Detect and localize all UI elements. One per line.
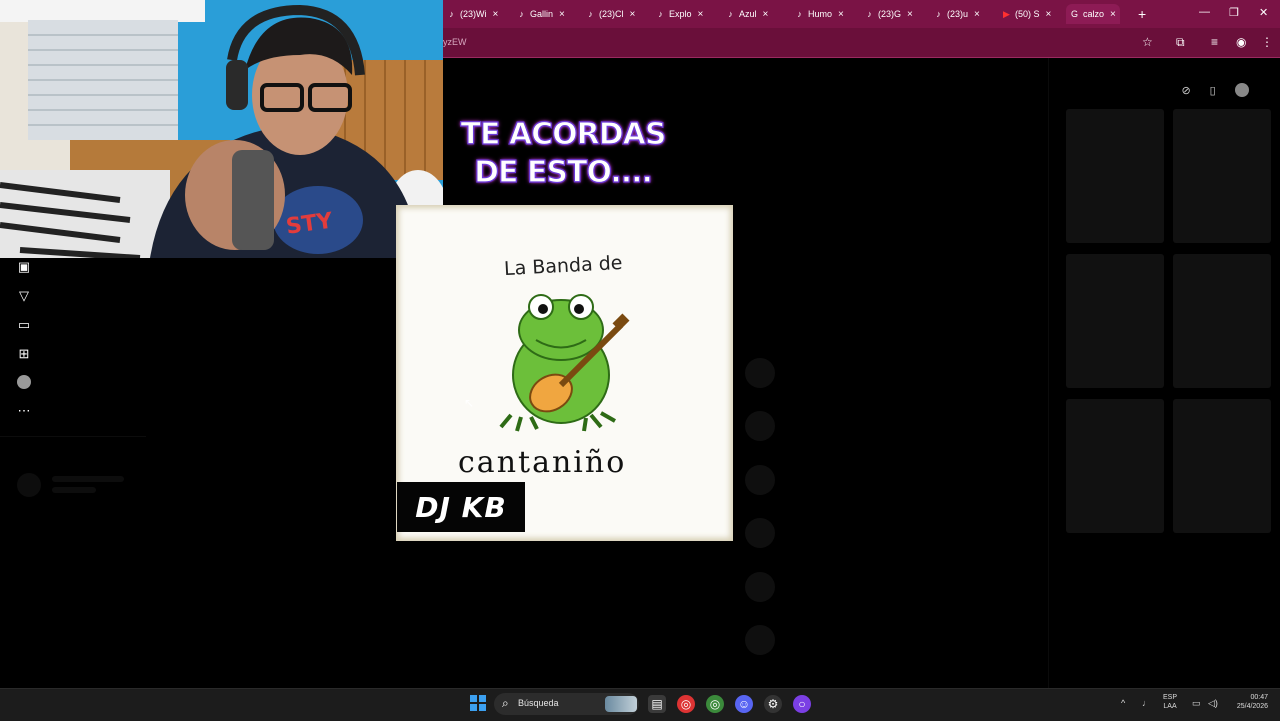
browser-tab[interactable]: ♪ (23)Cl × xyxy=(586,4,635,24)
close-tab-icon[interactable]: × xyxy=(559,9,565,20)
new-tab-button[interactable]: + xyxy=(1138,6,1146,22)
volume-icon[interactable]: ◁) xyxy=(1208,698,1218,709)
tiktok-icon: ♪ xyxy=(936,8,941,19)
browser-tab[interactable]: ♪ Humo × xyxy=(795,4,844,24)
messages-icon[interactable]: ▭ xyxy=(16,317,32,333)
network-icon[interactable]: ▭ xyxy=(1192,698,1201,709)
close-tab-icon[interactable]: × xyxy=(974,9,980,20)
right-header: ⊘ ▯ xyxy=(1172,78,1258,102)
browser-tab[interactable]: ♪ Azul × xyxy=(726,4,768,24)
cover-band-name: cantaniño xyxy=(458,445,627,480)
tray-overflow-icon[interactable]: ^ xyxy=(1121,698,1125,708)
user-avatar[interactable] xyxy=(1234,83,1249,97)
profile-avatar-icon[interactable]: ◉ xyxy=(1236,35,1246,49)
sidebar-divider xyxy=(0,436,146,437)
close-tab-icon[interactable]: × xyxy=(698,9,704,20)
close-tab-icon[interactable]: × xyxy=(493,9,499,20)
windows-start-icon[interactable] xyxy=(470,695,486,711)
microphone-icon[interactable]: ♩ xyxy=(1142,698,1151,708)
tiktok-icon: ♪ xyxy=(658,8,663,19)
more-options-icon[interactable]: ⋯ xyxy=(16,403,32,419)
close-tab-icon[interactable]: × xyxy=(630,9,636,20)
file-explorer-icon[interactable]: ▤ xyxy=(648,695,666,713)
video-thumbnail[interactable] xyxy=(1173,254,1271,388)
cover-subtitle: La Banda de xyxy=(503,251,623,281)
close-tab-icon[interactable]: × xyxy=(907,9,913,20)
skeleton-line xyxy=(52,476,124,482)
star-icon[interactable]: ☆ xyxy=(1142,35,1153,49)
video-thumbnail[interactable] xyxy=(1173,399,1271,533)
tiktok-icon: ♪ xyxy=(797,8,802,19)
tiktok-icon: ♪ xyxy=(519,8,524,19)
close-tab-icon[interactable]: × xyxy=(1110,9,1116,20)
tiktok-icon: ♪ xyxy=(588,8,593,19)
more-actions-button[interactable] xyxy=(745,625,775,655)
browser-tab[interactable]: ♪ Explo × xyxy=(656,4,703,24)
panel-divider xyxy=(1048,58,1049,688)
dj-watermark: DJ KB xyxy=(397,482,525,532)
browser-tab[interactable]: ♪ (23)Wi × xyxy=(447,4,498,24)
toolbar-divider xyxy=(443,57,1280,58)
search-highlight-image xyxy=(605,696,637,712)
send-icon[interactable]: ▽ xyxy=(16,288,32,304)
like-button[interactable] xyxy=(745,358,775,388)
upload-icon[interactable]: ⊞ xyxy=(16,346,32,362)
extensions-icon[interactable]: ⧉ xyxy=(1176,35,1185,50)
frog-guitar-illustration xyxy=(499,294,630,432)
profile-avatar[interactable] xyxy=(16,375,32,391)
close-tab-icon[interactable]: × xyxy=(838,9,844,20)
browser-tab-strip xyxy=(443,0,1280,28)
youtube-icon: ▶ xyxy=(1003,8,1010,19)
share-button[interactable] xyxy=(745,518,775,548)
skeleton-avatar xyxy=(17,473,41,497)
close-tab-icon[interactable]: × xyxy=(1046,9,1052,20)
address-bar[interactable] xyxy=(443,28,1280,57)
chrome-icon[interactable]: ◎ xyxy=(677,695,695,713)
media-control-icon[interactable]: ≡ xyxy=(1211,35,1218,49)
browser-tab[interactable]: ♪ Gallin × xyxy=(517,4,565,24)
maximize-button[interactable]: ❐ xyxy=(1229,6,1239,19)
mouse-cursor-icon: ↖ xyxy=(464,396,475,410)
video-overlay-title: TE ACORDAS DE ESTO.... xyxy=(460,116,667,190)
address-text[interactable]: yzEW xyxy=(443,37,467,47)
more-menu-icon[interactable]: ⋮ xyxy=(1261,35,1273,49)
skeleton-line xyxy=(52,487,96,493)
tiktok-icon: ♪ xyxy=(867,8,872,19)
video-thumbnail[interactable] xyxy=(1066,109,1164,243)
tiktok-icon: ♪ xyxy=(728,8,733,19)
live-icon[interactable]: ▣ xyxy=(16,259,32,275)
video-thumbnail[interactable] xyxy=(1066,399,1164,533)
chrome-active-icon[interactable]: ◎ xyxy=(706,695,724,713)
comment-button[interactable] xyxy=(745,411,775,441)
discord-icon[interactable]: ☺ xyxy=(735,695,753,713)
close-tab-icon[interactable]: × xyxy=(763,9,769,20)
webcam-overlay: STY xyxy=(0,0,443,258)
windows-taskbar xyxy=(0,688,1280,721)
close-window-button[interactable]: ✕ xyxy=(1259,6,1268,19)
google-icon: G xyxy=(1070,8,1078,19)
steam-icon[interactable]: ⚙ xyxy=(764,695,782,713)
browser-tab[interactable]: ♪ (23)u × xyxy=(934,4,980,24)
search-icon: ⌕ xyxy=(502,696,509,710)
system-clock[interactable]: 00:47 25/4/2026 xyxy=(1224,693,1268,711)
album-cover[interactable]: La Banda de cantaniño DJ KB xyxy=(396,205,733,541)
save-button[interactable] xyxy=(745,465,775,495)
language-indicator[interactable]: ESP LAA xyxy=(1163,693,1177,711)
video-thumbnail[interactable] xyxy=(1066,254,1164,388)
browser-tab[interactable]: ♪ (23)G × xyxy=(865,4,913,24)
repost-button[interactable] xyxy=(745,572,775,602)
search-label: Búsqueda xyxy=(518,698,559,708)
app-icon[interactable]: ○ xyxy=(793,695,811,713)
browser-tab[interactable]: ▶ (50) S × xyxy=(1002,4,1051,24)
minimize-button[interactable]: — xyxy=(1199,6,1210,18)
phone-icon[interactable]: ▯ xyxy=(1210,84,1216,97)
tiktok-icon: ♪ xyxy=(449,8,454,19)
video-thumbnail[interactable] xyxy=(1173,109,1271,243)
compass-icon[interactable]: ⊘ xyxy=(1181,84,1190,97)
browser-tab-active[interactable]: Gcalzo × xyxy=(1066,4,1120,24)
